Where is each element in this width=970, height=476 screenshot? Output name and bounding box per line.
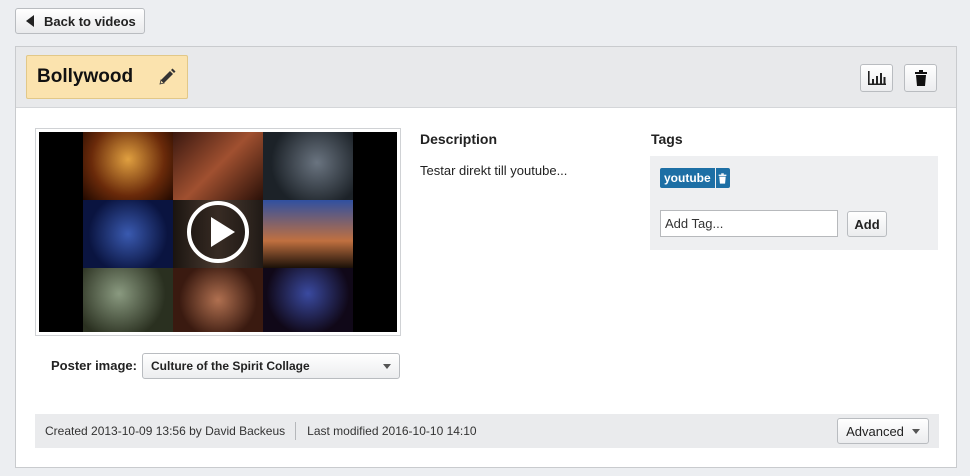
collage-tile — [173, 268, 263, 332]
video-player[interactable] — [39, 132, 397, 332]
modified-info: Last modified 2016-10-10 14:10 — [307, 424, 477, 438]
video-title: Bollywood — [37, 66, 134, 87]
collage-tile — [263, 132, 353, 200]
created-info: Created 2013-10-09 13:56 by David Backeu… — [45, 424, 286, 438]
tags-heading: Tags — [651, 131, 683, 147]
description-text[interactable]: Testar direkt till youtube... — [420, 163, 567, 178]
advanced-label: Advanced — [846, 423, 904, 439]
collage-tile — [83, 132, 173, 200]
add-tag-input[interactable] — [660, 210, 838, 237]
advanced-dropdown-button[interactable]: Advanced — [837, 418, 929, 444]
tags-panel: youtube Add — [650, 156, 938, 250]
description-heading: Description — [420, 131, 498, 147]
play-button[interactable] — [187, 201, 249, 263]
poster-image-select[interactable]: Culture of the Spirit Collage — [142, 353, 400, 379]
collage-tile — [263, 200, 353, 268]
poster-image-value: Culture of the Spirit Collage — [151, 359, 310, 373]
delete-video-button[interactable] — [904, 64, 937, 92]
video-title-box[interactable]: Bollywood — [26, 55, 188, 99]
tag-delete-button[interactable] — [715, 168, 730, 188]
collage-tile — [263, 268, 353, 332]
triangle-left-icon — [26, 15, 34, 27]
collage-tile — [83, 200, 173, 268]
statistics-button[interactable] — [860, 64, 893, 92]
metadata-footer: Created 2013-10-09 13:56 by David Backeu… — [35, 414, 939, 448]
chevron-down-icon — [383, 363, 391, 369]
poster-image-label: Poster image: — [51, 358, 137, 373]
back-to-videos-button[interactable]: Back to videos — [15, 8, 145, 34]
chevron-down-icon — [911, 428, 920, 434]
collage-tile — [173, 132, 263, 200]
bar-chart-icon — [867, 71, 886, 85]
trash-icon — [914, 70, 927, 86]
pencil-icon[interactable] — [157, 67, 177, 87]
tag-chip: youtube — [660, 168, 730, 188]
card-header: Bollywood — [16, 47, 956, 108]
tag-label[interactable]: youtube — [660, 168, 715, 188]
add-tag-button[interactable]: Add — [847, 211, 887, 237]
trash-icon — [718, 172, 727, 184]
video-card: Bollywood Poster image: Culture of the S… — [15, 46, 957, 468]
play-icon — [211, 217, 235, 247]
video-player-frame — [35, 128, 401, 336]
collage-tile — [83, 268, 173, 332]
back-to-videos-label: Back to videos — [44, 13, 136, 29]
